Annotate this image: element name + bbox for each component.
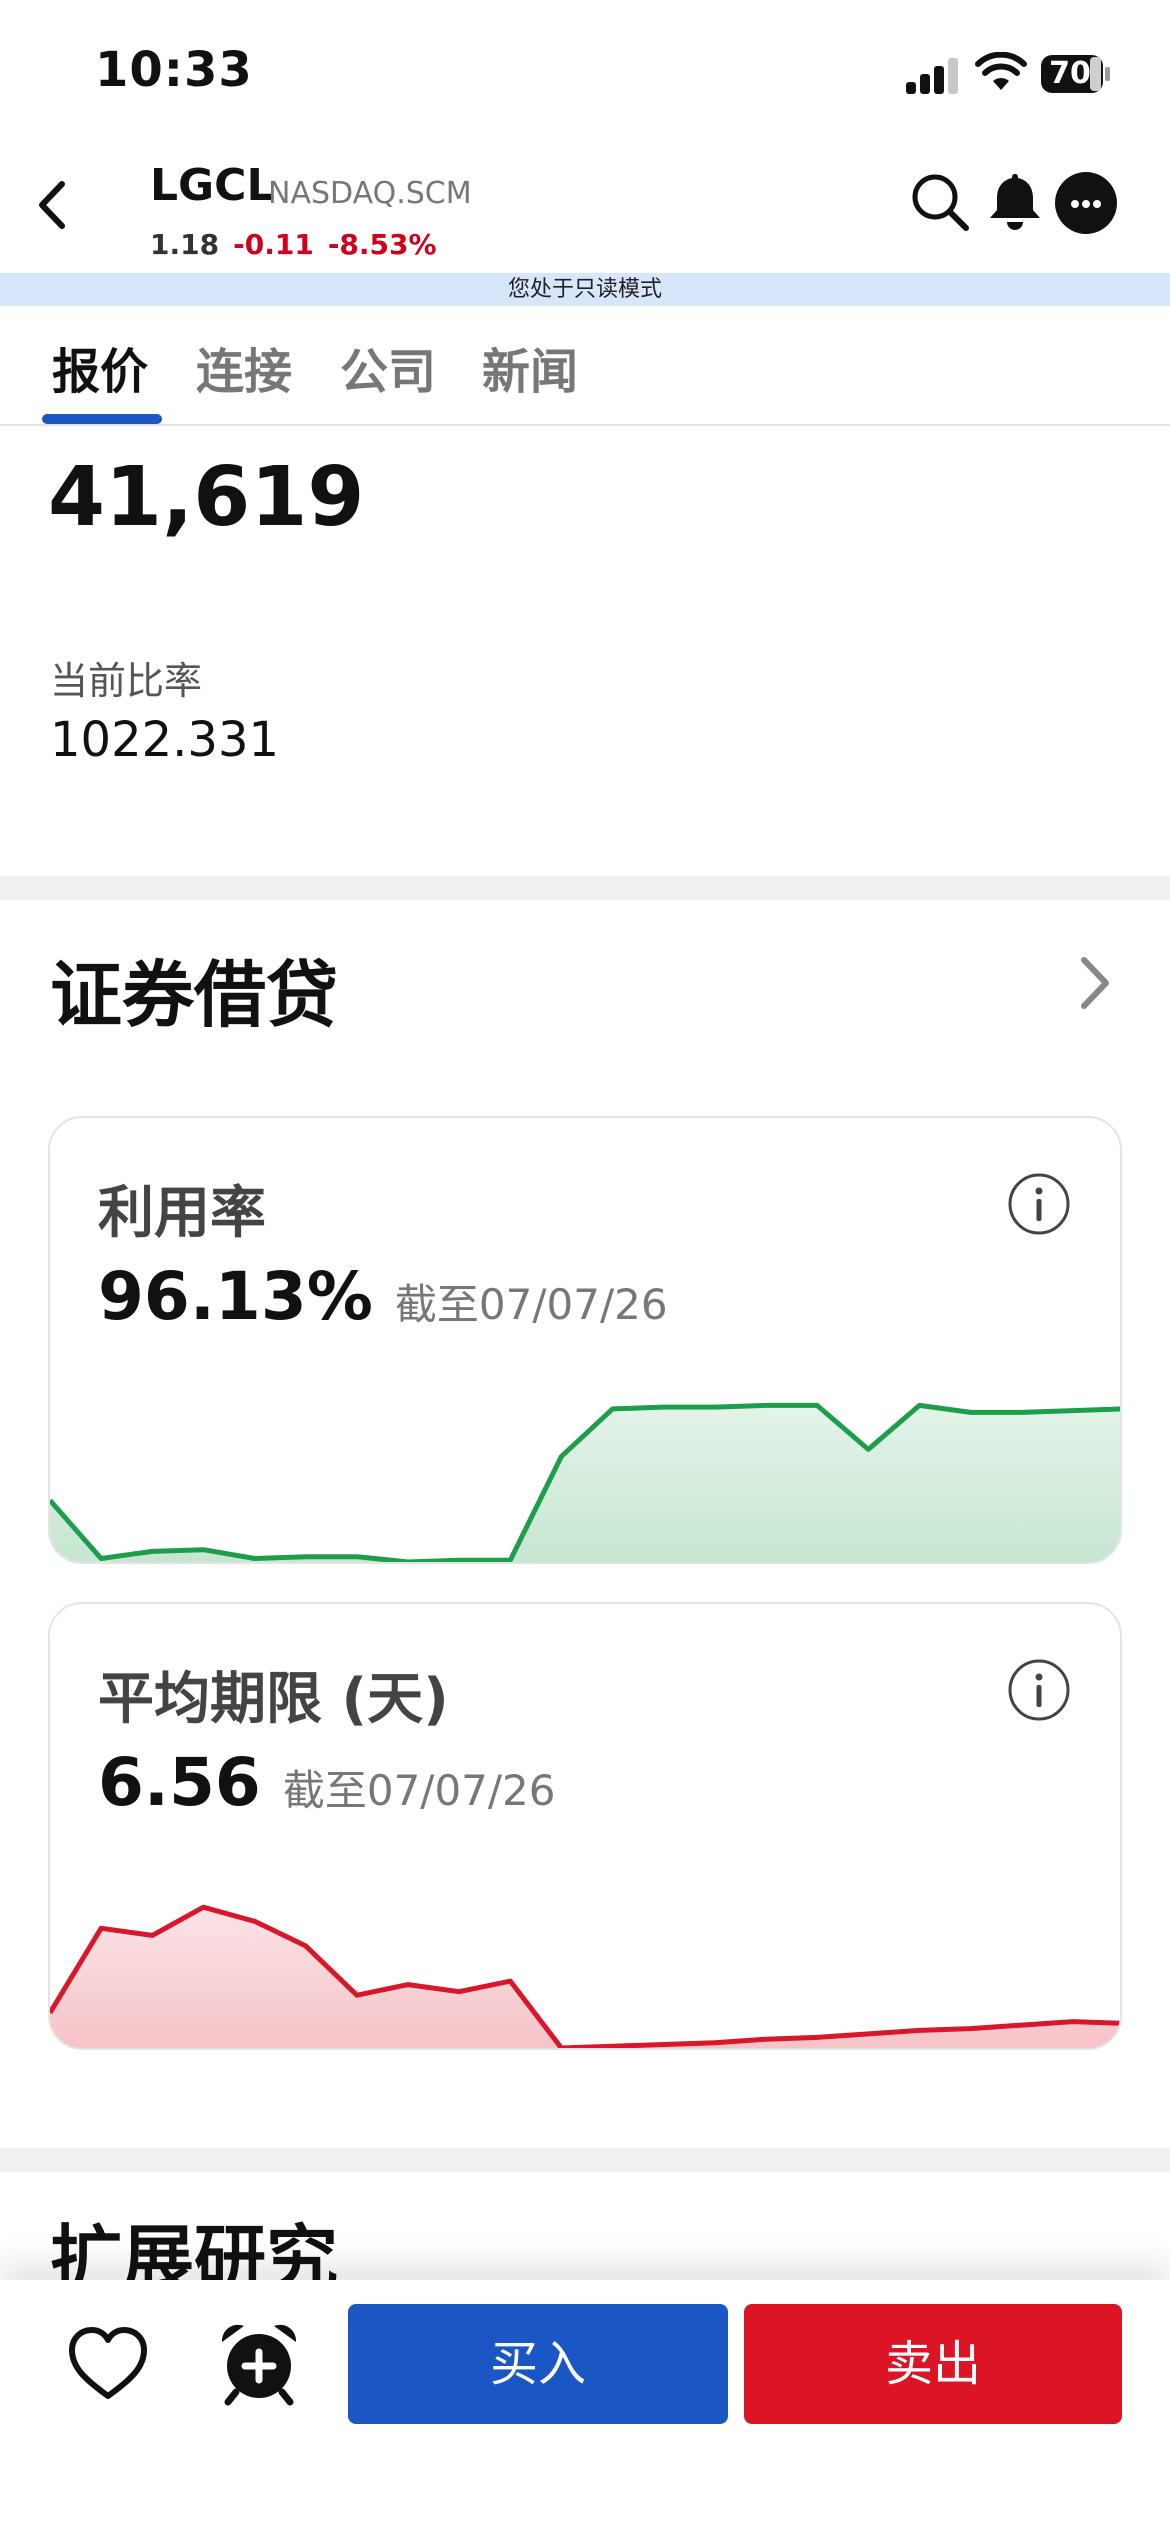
tab-quote[interactable]: 报价 — [52, 332, 148, 402]
chevron-right-icon[interactable] — [1070, 950, 1120, 1016]
utilization-card[interactable]: 利用率 96.13% 截至07/07/26 — [48, 1116, 1122, 1564]
ticker-symbol: LGCL — [150, 160, 275, 211]
active-tab-indicator — [42, 414, 162, 424]
average-term-sparkline — [50, 1904, 1120, 2048]
more-dot-icon — [1071, 200, 1079, 208]
card-title: 利用率 — [98, 1181, 266, 1246]
readonly-banner: 您处于只读模式 — [0, 273, 1170, 306]
status-time: 10:33 — [95, 42, 253, 98]
sparkline-area — [50, 1405, 1120, 1562]
sell-button[interactable]: 卖出 — [744, 2304, 1122, 2424]
average-term-value: 6.56 — [98, 1744, 261, 1821]
last-price: 1.18 — [150, 228, 220, 261]
battery-level: 70 — [1049, 56, 1091, 91]
section-divider — [0, 876, 1170, 900]
wifi-icon — [975, 52, 1027, 90]
back-chevron-icon[interactable] — [20, 170, 90, 240]
as-of-date: 截至07/07/26 — [394, 1280, 668, 1329]
average-term-card[interactable]: 平均期限 (天) 6.56 截至07/07/26 — [48, 1602, 1122, 2050]
status-bar: 10:33 70 — [0, 0, 1170, 150]
cellular-signal-icon — [906, 58, 960, 94]
section-divider — [0, 2148, 1170, 2172]
bell-icon[interactable] — [985, 170, 1045, 234]
utilization-sparkline — [50, 1402, 1120, 1562]
summary-big-number: 41,619 — [48, 450, 365, 545]
info-icon[interactable] — [1007, 1658, 1071, 1722]
securities-lending-title[interactable]: 证券借贷 — [50, 936, 338, 1041]
alarm-clock-icon[interactable] — [216, 2320, 302, 2406]
current-ratio-value: 1022.331 — [50, 712, 280, 768]
card-title: 平均期限 (天) — [98, 1667, 449, 1732]
search-icon[interactable] — [908, 170, 972, 234]
stock-header: LGCL NASDAQ.SCM 1.18 -0.11 -8.53% — [0, 150, 1170, 275]
as-of-date: 截至07/07/26 — [282, 1766, 556, 1815]
quote-line: 1.18 -0.11 -8.53% — [150, 228, 437, 261]
more-dot-icon — [1093, 200, 1101, 208]
card-value: 96.13% 截至07/07/26 — [98, 1258, 668, 1335]
buy-button[interactable]: 买入 — [348, 2304, 728, 2424]
price-change: -0.11 — [233, 228, 314, 261]
more-options-button[interactable] — [1055, 172, 1117, 234]
exchange-name: NASDAQ.SCM — [268, 176, 472, 211]
tab-news[interactable]: 新闻 — [482, 332, 578, 402]
bottom-action-bar: 买入 卖出 — [0, 2280, 1170, 2532]
current-ratio-label: 当前比率 — [50, 659, 203, 703]
more-dot-icon — [1082, 200, 1090, 208]
utilization-value: 96.13% — [98, 1258, 373, 1335]
heart-icon[interactable] — [66, 2322, 150, 2406]
price-change-pct: -8.53% — [327, 228, 437, 261]
quote-tabs: 报价 连接 公司 新闻 — [0, 306, 1170, 426]
tab-links[interactable]: 连接 — [196, 332, 292, 402]
info-icon[interactable] — [1007, 1172, 1071, 1236]
card-value: 6.56 截至07/07/26 — [98, 1744, 555, 1821]
tab-company[interactable]: 公司 — [340, 332, 436, 402]
battery-icon: 70 — [1040, 54, 1112, 94]
